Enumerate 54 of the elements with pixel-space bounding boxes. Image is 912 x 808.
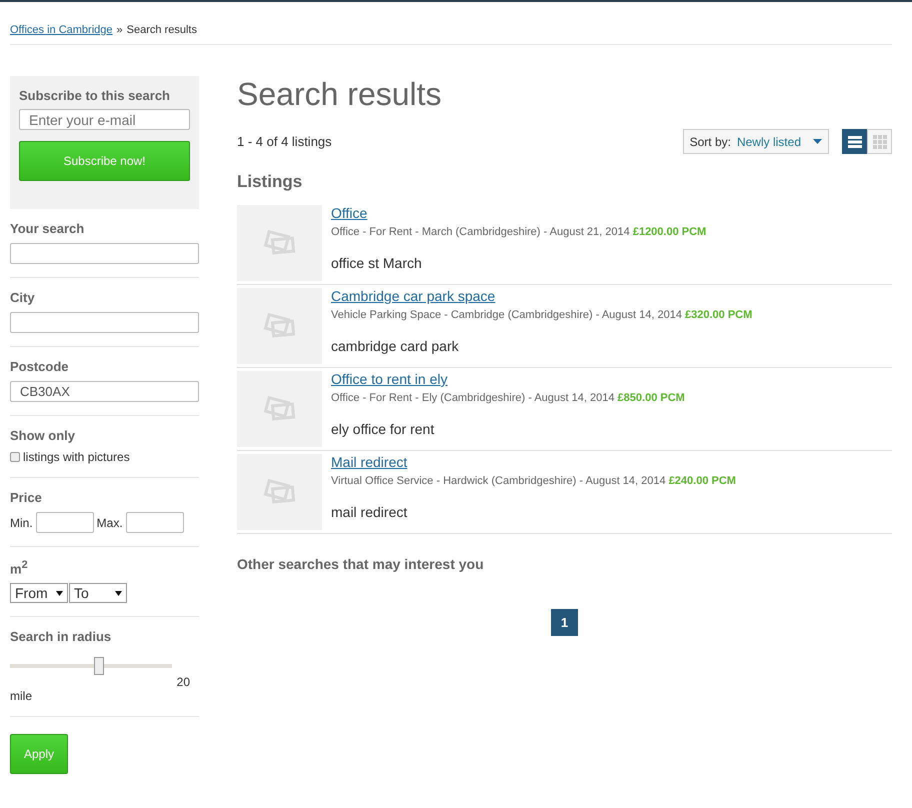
list-view-button[interactable] xyxy=(842,129,867,154)
filter-label: Search in radius xyxy=(10,629,112,644)
page-button[interactable]: 1 xyxy=(551,609,578,636)
listing-title-link[interactable]: Office xyxy=(331,205,368,221)
min-label: Min. xyxy=(10,516,33,530)
radius-value: 20 xyxy=(176,675,190,690)
unit-label: mile xyxy=(10,689,32,704)
breadcrumb-link[interactable]: Offices in Cambridge xyxy=(10,24,113,36)
page-title: Search results xyxy=(237,76,443,113)
other-searches-heading: Other searches that may interest you xyxy=(237,556,485,572)
listing-description: ely office for rent xyxy=(331,421,436,437)
max-label: Max. xyxy=(96,516,123,530)
listing-title-link[interactable]: Mail redirect xyxy=(331,454,408,470)
caret-icon xyxy=(813,139,822,144)
image-placeholder-icon xyxy=(262,478,296,506)
result-count: 1 - 4 of 4 listings xyxy=(237,134,332,149)
filter-label: Show only xyxy=(10,428,76,443)
list-icon xyxy=(848,136,862,148)
min-price-field[interactable] xyxy=(36,512,94,533)
listing-meta: Virtual Office Service - Hardwick (Cambridgeshire) - August 14, 2014 £240.00 PCM xyxy=(331,475,736,487)
listing-description: office st March xyxy=(331,255,423,271)
email-field[interactable]: Enter your e-mail xyxy=(19,109,190,130)
listing-meta: Office - For Rent - Ely (Cambridgeshire) - August 14, 2014 £850.00 PCM xyxy=(331,392,685,404)
dropdown[interactable]: To xyxy=(69,583,127,604)
subscribe-title: Subscribe to this search xyxy=(19,88,171,103)
text-field[interactable] xyxy=(10,243,199,264)
checkbox-label: listings with pictures xyxy=(23,450,130,464)
caret-icon xyxy=(56,590,63,596)
breadcrumb-current: Search results xyxy=(126,24,197,36)
filter-label: City xyxy=(10,290,36,305)
text-field[interactable] xyxy=(10,312,199,333)
listing-description: mail redirect xyxy=(331,504,408,520)
image-placeholder-icon xyxy=(262,395,296,423)
max-price-field[interactable] xyxy=(126,512,184,533)
listing-description: cambridge card park xyxy=(331,338,460,354)
listing-title-link[interactable]: Office to rent in ely xyxy=(331,371,448,387)
image-placeholder-icon xyxy=(262,229,296,257)
filter-label: Postcode xyxy=(10,359,70,374)
listing-title-link[interactable]: Cambridge car park space xyxy=(331,288,496,304)
breadcrumb-separator: » xyxy=(116,24,123,36)
grid-icon xyxy=(872,134,886,148)
filter-label: Price xyxy=(10,490,43,505)
filter-label: Your search xyxy=(10,221,86,236)
listing-meta: Vehicle Parking Space - Cambridge (Cambridgeshire) - August 14, 2014 £320.00 PCM xyxy=(331,309,752,321)
sort-dropdown[interactable]: Sort by: Newly listed xyxy=(682,129,829,154)
image-placeholder-icon xyxy=(262,312,296,340)
slider-thumb[interactable] xyxy=(94,657,104,676)
checkbox[interactable] xyxy=(10,452,20,462)
caret-icon xyxy=(115,590,122,596)
listings-heading: Listings xyxy=(237,172,304,192)
dropdown[interactable]: From xyxy=(10,583,68,604)
filter-label: m$^{2}$ xyxy=(10,559,29,576)
listing-meta: Office - For Rent - March (Cambridgeshire) - August 21, 2014 £1200.00 PCM xyxy=(331,226,706,238)
text-field[interactable]: CB30AX xyxy=(10,381,199,402)
